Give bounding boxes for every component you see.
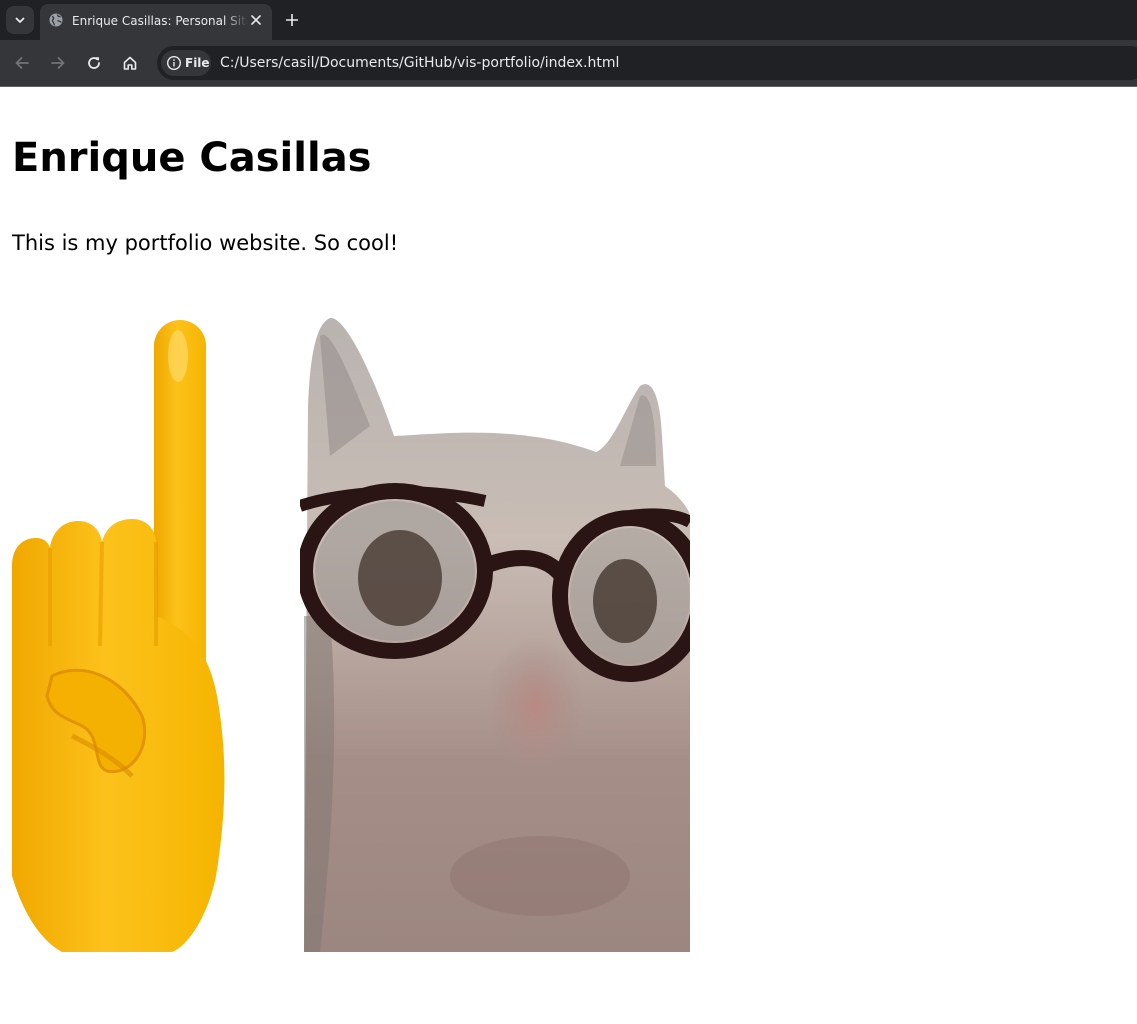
tab-title: Enrique Casillas: Personal Site and Port… (72, 14, 248, 28)
tab-search-button[interactable] (6, 6, 34, 34)
new-tab-button[interactable] (280, 8, 304, 32)
toolbar-divider (0, 86, 1137, 87)
intro-paragraph: This is my portfolio website. So cool! (12, 231, 399, 255)
page-title: Enrique Casillas (12, 135, 372, 181)
info-icon (166, 55, 182, 71)
pointing-up-finger-image (12, 320, 225, 952)
reload-icon (88, 57, 100, 69)
tab-strip: Enrique Casillas: Personal Site and Port… (0, 0, 1137, 40)
browser-toolbar: File C:/Users/casil/Documents/GitHub/vis… (0, 40, 1137, 86)
arrow-right-icon (51, 57, 65, 69)
site-info-chip[interactable]: File (161, 50, 211, 76)
cat-with-glasses-image (300, 317, 690, 952)
close-icon (251, 15, 261, 25)
back-button[interactable] (8, 49, 36, 77)
home-icon (123, 56, 137, 70)
arrow-left-icon (15, 57, 29, 69)
forward-button[interactable] (44, 49, 72, 77)
globe-icon (49, 13, 63, 27)
tab-close-button[interactable] (248, 12, 264, 28)
site-info-label: File (185, 56, 210, 70)
reload-button[interactable] (80, 49, 108, 77)
home-button[interactable] (116, 49, 144, 77)
active-tab[interactable]: Enrique Casillas: Personal Site and Port… (40, 4, 272, 40)
url-text[interactable]: C:/Users/casil/Documents/GitHub/vis-port… (220, 54, 619, 72)
chevron-down-icon (15, 17, 25, 23)
plus-icon (286, 14, 298, 26)
address-bar[interactable]: File C:/Users/casil/Documents/GitHub/vis… (157, 46, 1137, 80)
